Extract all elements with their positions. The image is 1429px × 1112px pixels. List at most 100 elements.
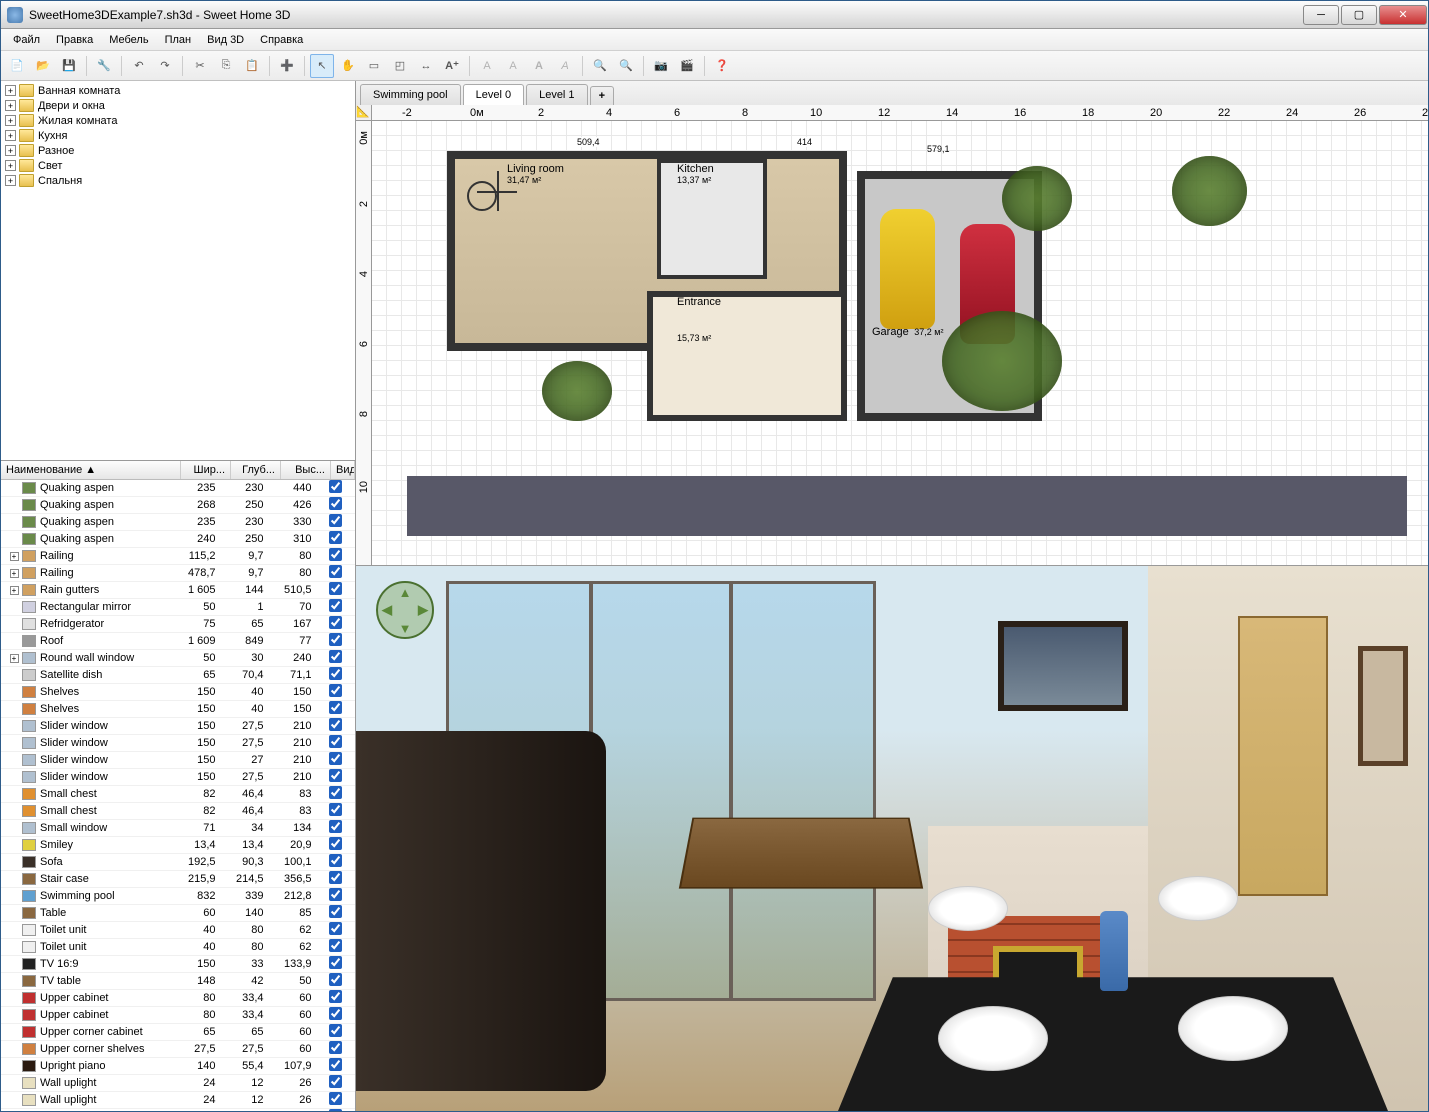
furniture-row[interactable]: Roof1 60984977 (1, 633, 355, 650)
furniture-row[interactable]: TV table1484250 (1, 973, 355, 990)
visibility-checkbox[interactable] (329, 786, 342, 799)
visibility-checkbox[interactable] (329, 888, 342, 901)
visibility-checkbox[interactable] (329, 1041, 342, 1054)
furniture-row[interactable]: Quaking aspen268250426 (1, 497, 355, 514)
menu-plan[interactable]: План (157, 31, 200, 49)
visibility-checkbox[interactable] (329, 701, 342, 714)
catalog-item[interactable]: +Жилая комната (3, 113, 353, 128)
furniture-row[interactable]: Upper cabinet8033,460 (1, 1007, 355, 1024)
furniture-row[interactable]: +Round wall window5030240 (1, 650, 355, 667)
furniture-row[interactable]: Quaking aspen235230440 (1, 480, 355, 497)
visibility-checkbox[interactable] (329, 480, 342, 493)
menu-edit[interactable]: Правка (48, 31, 101, 49)
furniture-row[interactable]: TV 16:915033133,9 (1, 956, 355, 973)
visibility-checkbox[interactable] (329, 990, 342, 1003)
furniture-row[interactable]: Upper corner cabinet656560 (1, 1024, 355, 1041)
menu-3dview[interactable]: Вид 3D (199, 31, 252, 49)
furniture-row[interactable]: +Railing115,29,780 (1, 548, 355, 565)
save-icon[interactable]: 💾 (57, 54, 81, 78)
text-large-icon[interactable]: A (501, 54, 525, 78)
col-depth[interactable]: Глуб... (231, 461, 281, 479)
nav-left-icon[interactable]: ◀ (382, 602, 392, 618)
photo-icon[interactable]: 📷 (649, 54, 673, 78)
col-height[interactable]: Выс... (281, 461, 331, 479)
expand-icon[interactable]: + (5, 175, 16, 186)
bold-icon[interactable]: A (527, 54, 551, 78)
minimize-button[interactable]: ─ (1303, 5, 1339, 25)
menu-help[interactable]: Справка (252, 31, 311, 49)
pan-icon[interactable]: ✋ (336, 54, 360, 78)
furniture-table-body[interactable]: Quaking aspen235230440Quaking aspen26825… (1, 480, 355, 1111)
furniture-row[interactable]: Toilet unit408062 (1, 939, 355, 956)
furniture-row[interactable]: Refridgerator7565167 (1, 616, 355, 633)
visibility-checkbox[interactable] (329, 531, 342, 544)
furniture-row[interactable]: Wall uplight241226 (1, 1075, 355, 1092)
furniture-row[interactable]: Wall uplight241226 (1, 1109, 355, 1111)
text-small-icon[interactable]: A (475, 54, 499, 78)
plan-view[interactable]: 📐 -20м246810121416182022242628 0м246810 (356, 105, 1428, 565)
catalog-item[interactable]: +Ванная комната (3, 83, 353, 98)
furniture-row[interactable]: +Rain gutters1 605144510,5 (1, 582, 355, 599)
close-button[interactable]: ✕ (1379, 5, 1427, 25)
tab-add-level[interactable]: + (590, 86, 614, 105)
furniture-row[interactable]: Small chest8246,483 (1, 786, 355, 803)
furniture-row[interactable]: +Railing478,79,780 (1, 565, 355, 582)
col-width[interactable]: Шир... (181, 461, 231, 479)
visibility-checkbox[interactable] (329, 718, 342, 731)
cut-icon[interactable]: ✂ (188, 54, 212, 78)
visibility-checkbox[interactable] (329, 837, 342, 850)
visibility-checkbox[interactable] (329, 582, 342, 595)
expand-icon[interactable]: + (5, 160, 16, 171)
furniture-row[interactable]: Quaking aspen235230330 (1, 514, 355, 531)
menu-furniture[interactable]: Мебель (101, 31, 156, 49)
maximize-button[interactable]: ▢ (1341, 5, 1377, 25)
visibility-checkbox[interactable] (329, 922, 342, 935)
tab-level-0[interactable]: Level 0 (463, 84, 524, 105)
expand-icon[interactable]: + (5, 85, 16, 96)
italic-icon[interactable]: A (553, 54, 577, 78)
visibility-checkbox[interactable] (329, 633, 342, 646)
catalog-item[interactable]: +Двери и окна (3, 98, 353, 113)
zoom-in-icon[interactable]: 🔍 (588, 54, 612, 78)
visibility-checkbox[interactable] (329, 684, 342, 697)
visibility-checkbox[interactable] (329, 1058, 342, 1071)
expand-icon[interactable]: + (5, 115, 16, 126)
wall-icon[interactable]: ▭ (362, 54, 386, 78)
furniture-row[interactable]: Satellite dish6570,471,1 (1, 667, 355, 684)
furniture-row[interactable]: Slider window15027210 (1, 752, 355, 769)
expand-icon[interactable]: + (5, 130, 16, 141)
furniture-row[interactable]: Upper corner shelves27,527,560 (1, 1041, 355, 1058)
visibility-checkbox[interactable] (329, 565, 342, 578)
preferences-icon[interactable]: 🔧 (92, 54, 116, 78)
visibility-checkbox[interactable] (329, 871, 342, 884)
help-icon[interactable]: ❓ (710, 54, 734, 78)
furniture-row[interactable]: Smiley13,413,420,9 (1, 837, 355, 854)
furniture-row[interactable]: Shelves15040150 (1, 684, 355, 701)
catalog-item[interactable]: +Кухня (3, 128, 353, 143)
menu-file[interactable]: Файл (5, 31, 48, 49)
visibility-checkbox[interactable] (329, 1092, 342, 1105)
visibility-checkbox[interactable] (329, 497, 342, 510)
nav-up-icon[interactable]: ▲ (399, 585, 412, 600)
new-icon[interactable]: 📄 (5, 54, 29, 78)
visibility-checkbox[interactable] (329, 667, 342, 680)
visibility-checkbox[interactable] (329, 769, 342, 782)
col-visible[interactable]: Видимо... (331, 461, 355, 479)
furniture-row[interactable]: Shelves15040150 (1, 701, 355, 718)
visibility-checkbox[interactable] (329, 803, 342, 816)
furniture-row[interactable]: Stair case215,9214,5356,5 (1, 871, 355, 888)
furniture-row[interactable]: Small chest8246,483 (1, 803, 355, 820)
furniture-row[interactable]: Small window7134134 (1, 820, 355, 837)
zoom-out-icon[interactable]: 🔍 (614, 54, 638, 78)
visibility-checkbox[interactable] (329, 548, 342, 561)
visibility-checkbox[interactable] (329, 735, 342, 748)
furniture-row[interactable]: Quaking aspen240250310 (1, 531, 355, 548)
visibility-checkbox[interactable] (329, 650, 342, 663)
furniture-row[interactable]: Upright piano14055,4107,9 (1, 1058, 355, 1075)
visibility-checkbox[interactable] (329, 1024, 342, 1037)
visibility-checkbox[interactable] (329, 1109, 342, 1111)
video-icon[interactable]: 🎬 (675, 54, 699, 78)
visibility-checkbox[interactable] (329, 854, 342, 867)
visibility-checkbox[interactable] (329, 1007, 342, 1020)
furniture-row[interactable]: Slider window15027,5210 (1, 718, 355, 735)
